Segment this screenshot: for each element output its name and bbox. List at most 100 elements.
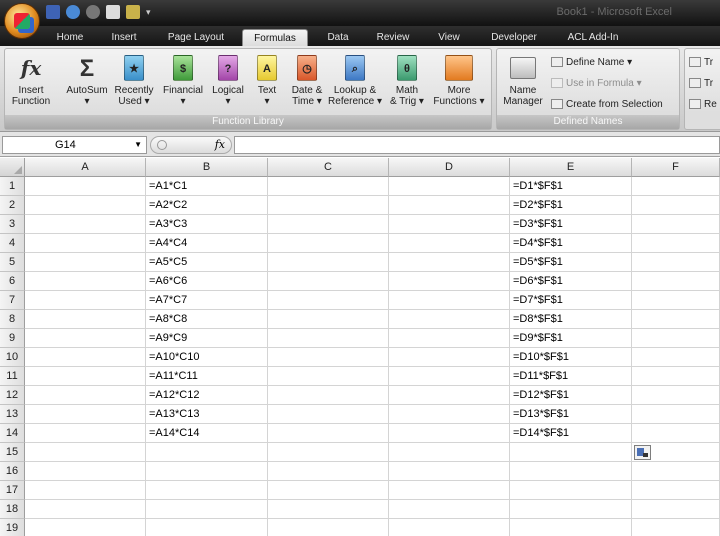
cell-a13[interactable] bbox=[25, 405, 146, 424]
cell-c16[interactable] bbox=[268, 462, 389, 481]
cell-c13[interactable] bbox=[268, 405, 389, 424]
cell-c9[interactable] bbox=[268, 329, 389, 348]
cell-e12[interactable]: =D12*$F$1 bbox=[510, 386, 632, 405]
cell-d9[interactable] bbox=[389, 329, 510, 348]
cell-e19[interactable] bbox=[510, 519, 632, 536]
cell-d2[interactable] bbox=[389, 196, 510, 215]
tab-page-layout[interactable]: Page Layout bbox=[160, 29, 232, 46]
cell-d12[interactable] bbox=[389, 386, 510, 405]
cell-e1[interactable]: =D1*$F$1 bbox=[510, 177, 632, 196]
cell-a8[interactable] bbox=[25, 310, 146, 329]
cell-c7[interactable] bbox=[268, 291, 389, 310]
define-name-button[interactable]: Define Name ▾ bbox=[551, 57, 632, 68]
column-header-c[interactable]: C bbox=[268, 158, 389, 177]
more-functions-button[interactable]: More Functions ▾ bbox=[429, 53, 489, 107]
tab-data[interactable]: Data bbox=[318, 29, 358, 46]
cell-f17[interactable] bbox=[632, 481, 720, 500]
cell-a7[interactable] bbox=[25, 291, 146, 310]
row-header[interactable]: 6 bbox=[0, 272, 25, 291]
cell-d1[interactable] bbox=[389, 177, 510, 196]
cell-a1[interactable] bbox=[25, 177, 146, 196]
cell-e4[interactable]: =D4*$F$1 bbox=[510, 234, 632, 253]
cell-e5[interactable]: =D5*$F$1 bbox=[510, 253, 632, 272]
cell-c11[interactable] bbox=[268, 367, 389, 386]
cell-b15[interactable] bbox=[146, 443, 268, 462]
logical-button[interactable]: ? Logical ▾ bbox=[207, 53, 249, 107]
cell-b5[interactable]: =A5*C5 bbox=[146, 253, 268, 272]
cell-d7[interactable] bbox=[389, 291, 510, 310]
cell-d13[interactable] bbox=[389, 405, 510, 424]
cell-f4[interactable] bbox=[632, 234, 720, 253]
recently-used-button[interactable]: ★ Recently Used ▾ bbox=[111, 53, 157, 107]
cell-d15[interactable] bbox=[389, 443, 510, 462]
remove-arrows-button[interactable]: Re bbox=[689, 99, 717, 110]
row-header[interactable]: 17 bbox=[0, 481, 25, 500]
cell-b7[interactable]: =A7*C7 bbox=[146, 291, 268, 310]
office-button[interactable] bbox=[4, 3, 40, 39]
tab-review[interactable]: Review bbox=[368, 29, 418, 46]
paste-options-icon[interactable] bbox=[634, 445, 651, 460]
cell-d18[interactable] bbox=[389, 500, 510, 519]
formula-input[interactable] bbox=[234, 136, 720, 154]
text-button[interactable]: A Text ▾ bbox=[249, 53, 285, 107]
cell-f8[interactable] bbox=[632, 310, 720, 329]
cell-f9[interactable] bbox=[632, 329, 720, 348]
row-header[interactable]: 14 bbox=[0, 424, 25, 443]
cell-e8[interactable]: =D8*$F$1 bbox=[510, 310, 632, 329]
row-header[interactable]: 10 bbox=[0, 348, 25, 367]
print-preview-icon[interactable] bbox=[106, 5, 120, 19]
cell-e14[interactable]: =D14*$F$1 bbox=[510, 424, 632, 443]
cell-f13[interactable] bbox=[632, 405, 720, 424]
cell-f19[interactable] bbox=[632, 519, 720, 536]
cell-a15[interactable] bbox=[25, 443, 146, 462]
cell-f2[interactable] bbox=[632, 196, 720, 215]
cell-d10[interactable] bbox=[389, 348, 510, 367]
chevron-down-icon[interactable]: ▼ bbox=[134, 137, 142, 153]
cell-c19[interactable] bbox=[268, 519, 389, 536]
column-header-f[interactable]: F bbox=[632, 158, 720, 177]
cell-a16[interactable] bbox=[25, 462, 146, 481]
cell-d8[interactable] bbox=[389, 310, 510, 329]
row-header[interactable]: 12 bbox=[0, 386, 25, 405]
cell-c1[interactable] bbox=[268, 177, 389, 196]
cell-e11[interactable]: =D11*$F$1 bbox=[510, 367, 632, 386]
cell-a9[interactable] bbox=[25, 329, 146, 348]
row-header[interactable]: 8 bbox=[0, 310, 25, 329]
cell-e6[interactable]: =D6*$F$1 bbox=[510, 272, 632, 291]
tab-insert[interactable]: Insert bbox=[100, 29, 148, 46]
cell-b19[interactable] bbox=[146, 519, 268, 536]
cell-e10[interactable]: =D10*$F$1 bbox=[510, 348, 632, 367]
cell-c2[interactable] bbox=[268, 196, 389, 215]
cell-b16[interactable] bbox=[146, 462, 268, 481]
row-header[interactable]: 16 bbox=[0, 462, 25, 481]
row-header[interactable]: 2 bbox=[0, 196, 25, 215]
cell-c10[interactable] bbox=[268, 348, 389, 367]
cell-b11[interactable]: =A11*C11 bbox=[146, 367, 268, 386]
cell-f11[interactable] bbox=[632, 367, 720, 386]
cell-f10[interactable] bbox=[632, 348, 720, 367]
cell-c17[interactable] bbox=[268, 481, 389, 500]
cell-d17[interactable] bbox=[389, 481, 510, 500]
name-manager-button[interactable]: Name Manager bbox=[499, 53, 547, 107]
date-time-button[interactable]: ◷ Date & Time ▾ bbox=[287, 53, 327, 107]
cell-f12[interactable] bbox=[632, 386, 720, 405]
row-header[interactable]: 19 bbox=[0, 519, 25, 536]
cell-d4[interactable] bbox=[389, 234, 510, 253]
row-header[interactable]: 4 bbox=[0, 234, 25, 253]
cell-e9[interactable]: =D9*$F$1 bbox=[510, 329, 632, 348]
cell-d3[interactable] bbox=[389, 215, 510, 234]
cell-d6[interactable] bbox=[389, 272, 510, 291]
cell-b1[interactable]: =A1*C1 bbox=[146, 177, 268, 196]
cell-f3[interactable] bbox=[632, 215, 720, 234]
cell-a12[interactable] bbox=[25, 386, 146, 405]
cell-b9[interactable]: =A9*C9 bbox=[146, 329, 268, 348]
row-header[interactable]: 13 bbox=[0, 405, 25, 424]
autosum-button[interactable]: Σ AutoSum ▾ bbox=[63, 53, 111, 107]
row-header[interactable]: 1 bbox=[0, 177, 25, 196]
cell-f7[interactable] bbox=[632, 291, 720, 310]
cell-b17[interactable] bbox=[146, 481, 268, 500]
cell-a19[interactable] bbox=[25, 519, 146, 536]
insert-function-fx-icon[interactable]: fx bbox=[215, 138, 225, 151]
tab-developer[interactable]: Developer bbox=[482, 29, 546, 46]
cell-f6[interactable] bbox=[632, 272, 720, 291]
